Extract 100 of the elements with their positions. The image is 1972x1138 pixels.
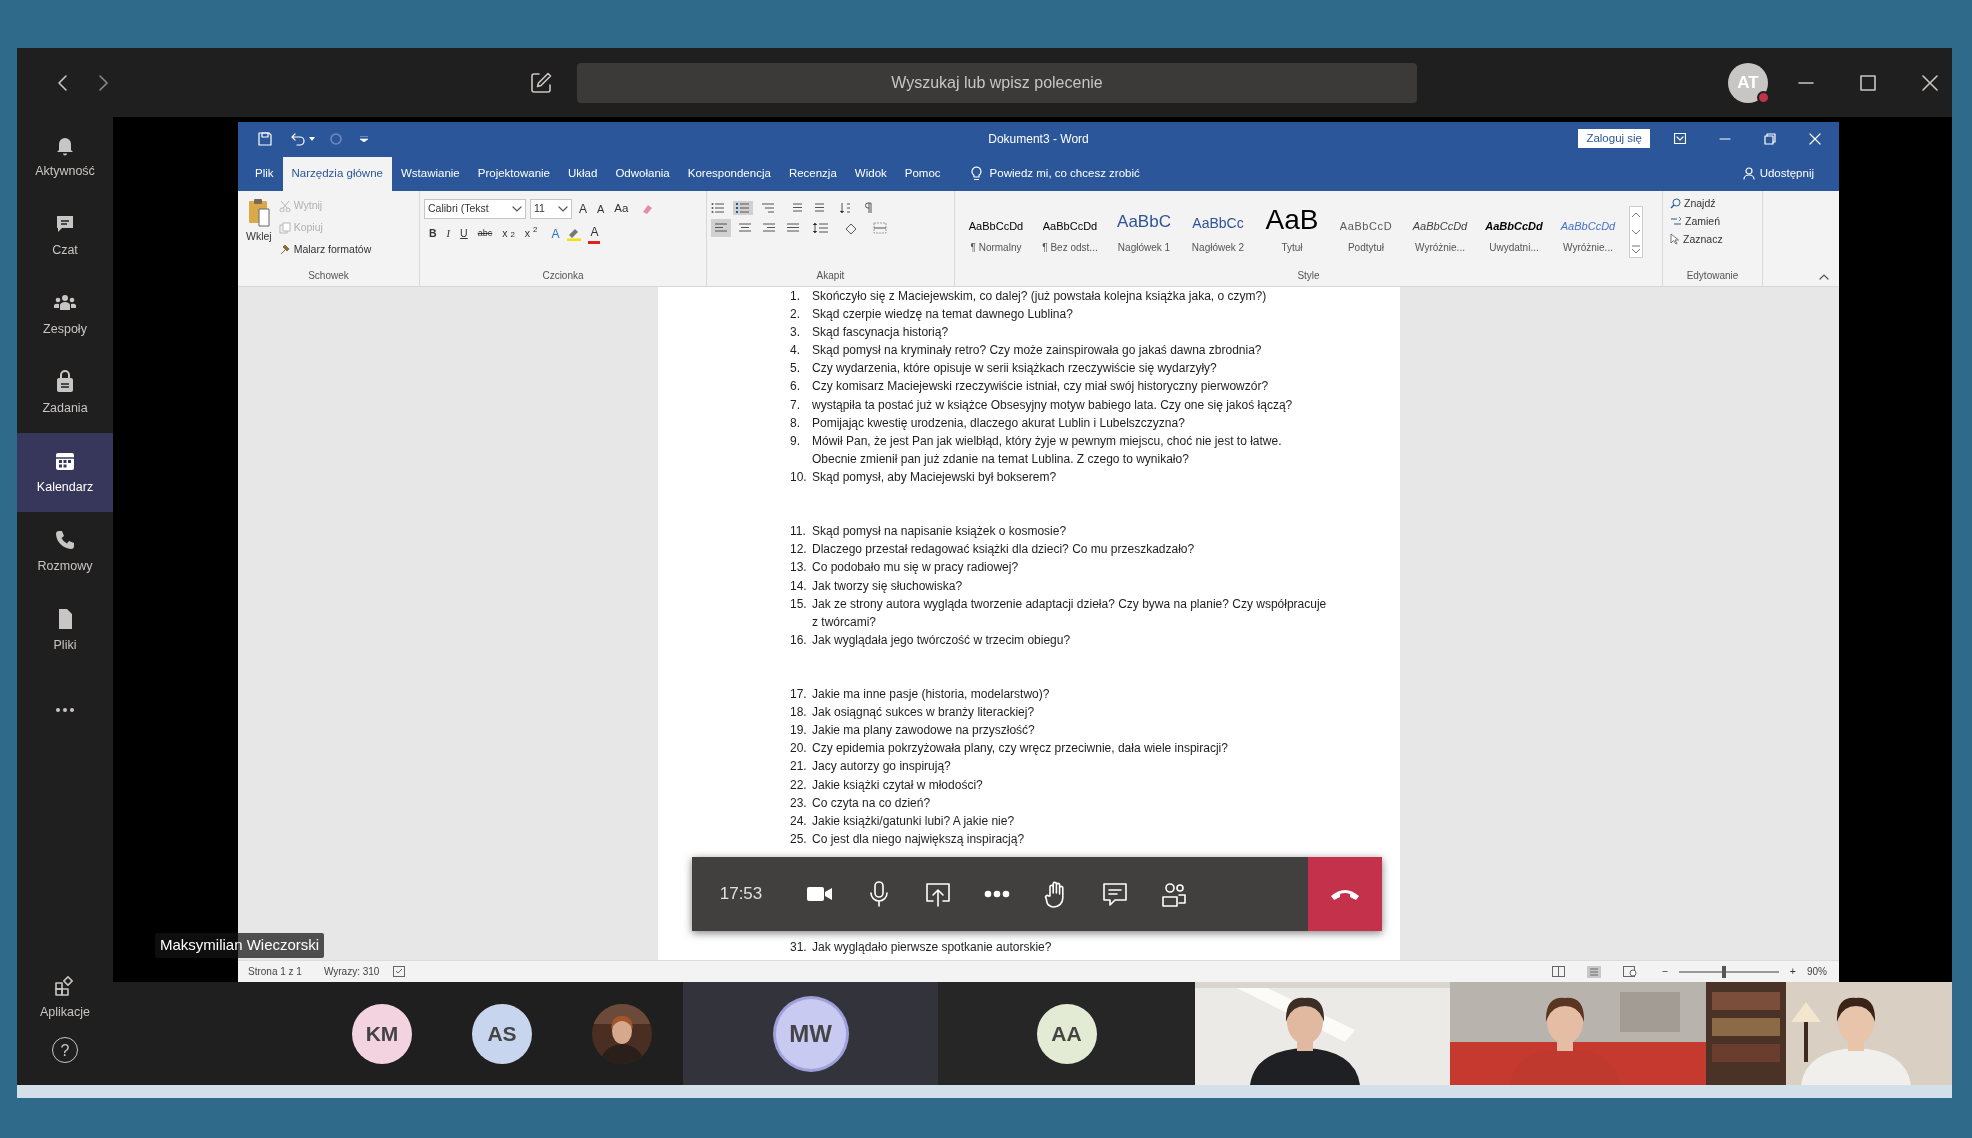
pointer-icon [1670, 233, 1680, 246]
item-number: 13. [790, 559, 808, 577]
participant-avatar[interactable]: AS [472, 1003, 532, 1064]
question-text: Jakie książki czytał w młodości? [812, 776, 984, 794]
ribbon-tab[interactable]: Korespondencja [678, 156, 780, 191]
people-icon [1160, 881, 1187, 907]
maximize-icon[interactable] [1860, 74, 1876, 91]
style-gallery-item[interactable]: AaBbCcDd Wyróżnie... [1403, 208, 1477, 255]
replace-button[interactable]: Zamień [1667, 212, 1758, 231]
rail-item[interactable]: Kalendarz [17, 433, 113, 512]
zoom-out-button[interactable]: − [1658, 962, 1671, 981]
copy-icon [278, 221, 291, 234]
question-text: Jak osiągnąć sukces w branży literackiej? [812, 704, 1036, 722]
save-icon[interactable] [258, 131, 272, 146]
ribbon-tab[interactable]: Pomoc [895, 156, 950, 191]
style-gallery-item[interactable]: AaBbCcDd ¶ Normalny [959, 208, 1033, 255]
compose-icon[interactable] [529, 70, 553, 95]
item-number: 15. [790, 595, 808, 613]
participant-tile[interactable]: AA [938, 982, 1195, 1085]
question-text: Co czyta na co dzień? [812, 794, 932, 812]
style-gallery-item[interactable]: AaBbCcD Podtytuł [1329, 208, 1403, 255]
multilevel-list-icon[interactable] [761, 202, 775, 214]
undo-icon[interactable] [290, 131, 306, 146]
ribbon-tab[interactable]: Narzędzia główne [282, 156, 392, 191]
ribbon-tab[interactable]: Odwołania [606, 156, 679, 191]
rail-item[interactable]: Aplikacje [17, 958, 113, 1037]
italic-button[interactable]: I [441, 224, 456, 243]
paste-button[interactable]: Wklej [242, 195, 276, 268]
strikethrough-button[interactable]: abc [472, 225, 498, 242]
rail-item[interactable]: Zadania [17, 354, 113, 433]
zoom-in-button[interactable]: + [1786, 962, 1799, 981]
highlighter-icon[interactable] [566, 226, 583, 241]
group-label: Edytowanie [1685, 269, 1740, 283]
restore-icon[interactable] [1764, 132, 1776, 145]
share-button[interactable]: Udostępnij [1733, 156, 1823, 191]
participant-avatar[interactable]: MW [775, 998, 846, 1069]
rail-item[interactable]: Czat [17, 196, 113, 275]
style-gallery-item[interactable]: AaB Tytuł [1255, 208, 1329, 255]
text-effects-button[interactable]: A [548, 223, 563, 244]
close-icon[interactable] [1922, 74, 1938, 91]
superscript-button[interactable]: x$^{2}$ [519, 224, 543, 243]
search-icon [1670, 198, 1681, 210]
rail-item[interactable]: Zespoły [17, 275, 113, 354]
sort-icon[interactable] [839, 202, 851, 214]
question-text: Skąd pomysł na kryminały retro? Czy może zainspirowała go jakaś dawna zbrodnia? [812, 342, 1263, 360]
participant-tile[interactable]: MW [683, 982, 938, 1085]
style-gallery-item[interactable]: AaBbCcDd ¶ Bez odst... [1033, 208, 1107, 255]
ribbon-tab[interactable]: Wstawianie [391, 156, 469, 191]
font-name-field[interactable]: Calibri (Tekst [424, 199, 526, 219]
replace-icon [1670, 216, 1682, 228]
collapse-ribbon-icon[interactable] [1819, 274, 1829, 280]
proofing-icon[interactable] [393, 966, 406, 977]
shrink-font-button[interactable]: A [594, 199, 608, 219]
customize-icon[interactable] [360, 135, 368, 142]
change-case-button[interactable]: Aa [611, 199, 632, 219]
share-screen-icon [923, 881, 952, 907]
shading-icon[interactable] [843, 221, 859, 235]
style-gallery-item[interactable]: AaBbC Nagłówek 1 [1107, 208, 1181, 255]
rail-item[interactable]: Aktywność [17, 117, 113, 196]
print-layout-icon[interactable] [1586, 965, 1601, 978]
question-text: Czy epidemia pokrzyżowała plany, czy wręcz przeciwnie, dała wiele inspiracji? [812, 740, 1229, 758]
read-mode-icon[interactable] [1551, 966, 1565, 977]
bold-button[interactable]: B [424, 224, 442, 243]
item-number: 11. [790, 523, 807, 541]
grow-font-button[interactable]: A [576, 199, 590, 219]
ribbon-tab[interactable]: Recenzja [779, 156, 846, 191]
ribbon-tab[interactable]: Układ [559, 156, 607, 191]
numbering-button[interactable] [733, 201, 753, 215]
bullets-icon[interactable] [711, 202, 725, 214]
question-text: wystąpiła ta postać już w książce Obsesyjny motyw babiego lata. Czy one się jakoś łączą? [812, 396, 1294, 414]
item-number: 2. [790, 306, 801, 324]
underline-button[interactable]: U [455, 224, 473, 243]
find-button[interactable]: Znajdź [1667, 195, 1758, 213]
font-color-button[interactable]: A [588, 223, 601, 244]
pilcrow-icon[interactable] [865, 202, 873, 214]
ribbon-tab[interactable]: Plik [246, 156, 283, 191]
style-gallery-item[interactable]: AaBbCc Nagłówek 2 [1181, 208, 1255, 255]
subscript-button[interactable]: x$_{2}$ [497, 224, 520, 243]
brush-icon [278, 243, 291, 256]
participant-avatar[interactable]: KM [352, 1003, 412, 1064]
ribbon-tab[interactable]: Widok [845, 156, 896, 191]
web-layout-icon[interactable] [1622, 966, 1637, 977]
hang-up-button[interactable] [1308, 857, 1382, 931]
tell-me-field[interactable]: Powiedz mi, co chcesz zrobić [961, 156, 1149, 191]
ribbon-tab[interactable]: Projektowanie [468, 156, 559, 191]
select-button[interactable]: Zaznacz [1667, 230, 1758, 249]
question-text: Skąd pomysł, aby Maciejewski był bokserem? [812, 468, 1058, 486]
rail-item[interactable]: Pliki [17, 591, 113, 670]
sign-in-button[interactable]: Zaloguj się [1578, 128, 1650, 149]
align-left-button[interactable] [711, 219, 731, 237]
font-size-field[interactable]: 11 [530, 199, 572, 219]
search-field[interactable]: Wyszukaj lub wpisz polecenie [577, 62, 1417, 103]
participant-avatar[interactable]: AA [1036, 1003, 1097, 1064]
ribbon-display-icon[interactable] [1674, 133, 1686, 144]
line-spacing-icon[interactable] [813, 222, 829, 234]
format-painter-button[interactable]: Malarz formatów [275, 240, 375, 259]
rail-item[interactable]: Rozmowy [17, 512, 113, 591]
style-gallery-item[interactable]: AaBbCcDd Wyróżnie... [1551, 208, 1625, 255]
gallery-scroll-icon[interactable] [1629, 205, 1643, 258]
style-gallery-item[interactable]: AaBbCcDd Uwydatni... [1477, 208, 1551, 255]
